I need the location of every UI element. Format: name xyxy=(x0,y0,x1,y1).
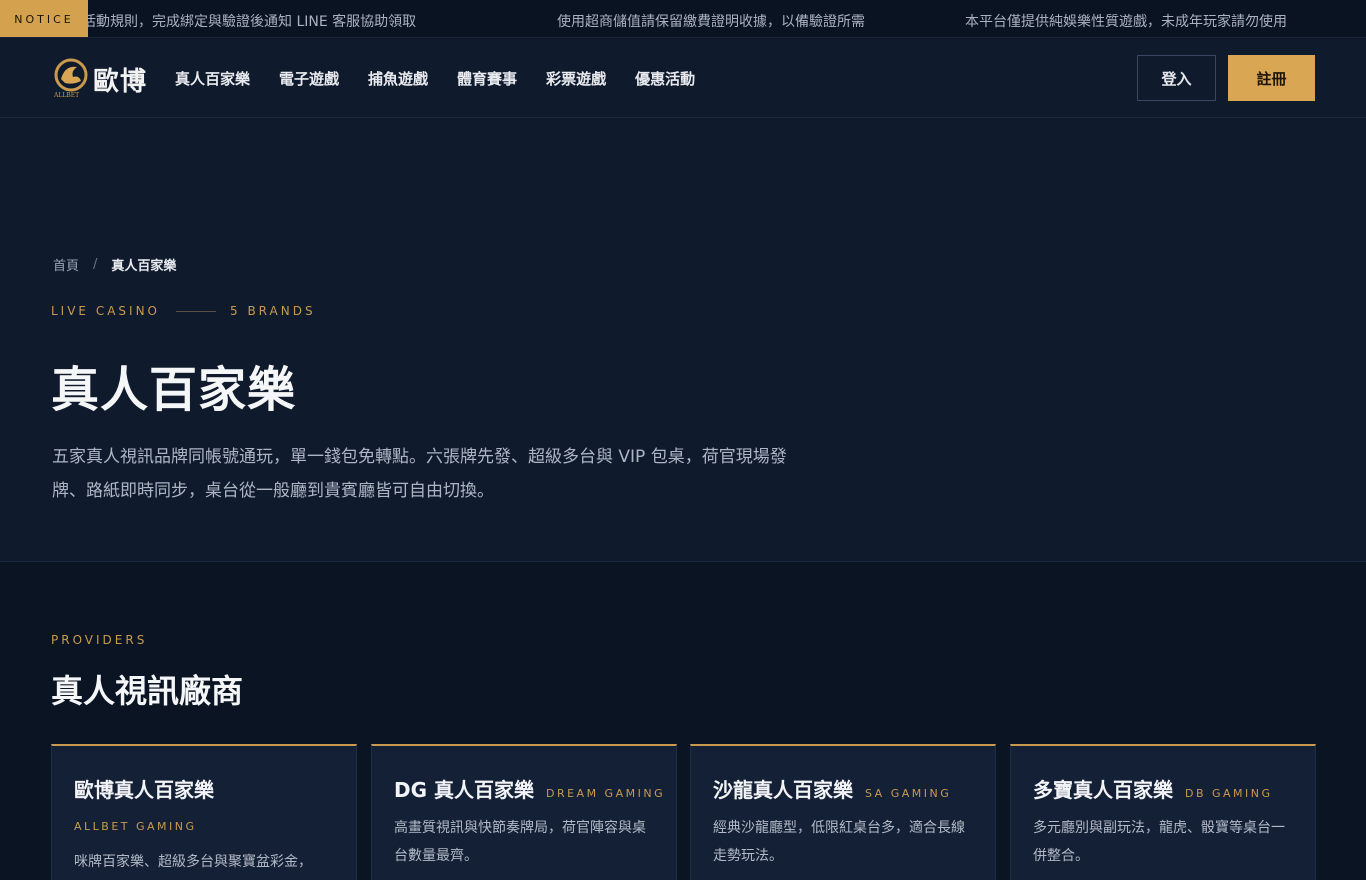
site-logo[interactable]: ALLBET 歐博 xyxy=(51,57,151,99)
card-header: 多寶真人百家樂 DB GAMING xyxy=(1033,774,1273,803)
nav-item-live-casino[interactable]: 真人百家樂 xyxy=(175,68,250,89)
login-button[interactable]: 登入 xyxy=(1137,55,1216,101)
providers-eyebrow: PROVIDERS xyxy=(51,633,148,647)
eyebrow-category: LIVE CASINO xyxy=(51,304,160,318)
card-brand: SA GAMING xyxy=(865,787,952,800)
card-name: 多寶真人百家樂 xyxy=(1033,778,1173,802)
provider-card-sa[interactable]: 沙龍真人百家樂 SA GAMING 經典沙龍廳型，低限紅桌台多，適合長線走勢玩法… xyxy=(690,744,996,880)
card-name: DG 真人百家樂 xyxy=(394,778,534,802)
providers-section: PROVIDERS 真人視訊廠商 歐博真人百家樂 ALLBET GAMING 咪… xyxy=(0,562,1366,880)
eyebrow-brand-count: 5 BRANDS xyxy=(230,304,316,318)
card-description: 咪牌百家樂、超級多台與聚寶盆彩金， xyxy=(74,854,312,870)
nav-item-slots[interactable]: 電子遊戲 xyxy=(279,68,339,89)
card-description: 經典沙龍廳型，低限紅桌台多，適合長線走勢玩法。 xyxy=(713,820,965,864)
card-brand: DREAM GAMING xyxy=(545,787,666,800)
page-title: 真人百家樂 xyxy=(51,362,297,418)
breadcrumb-current: 真人百家樂 xyxy=(111,259,177,274)
card-name: 歐博真人百家樂 xyxy=(74,778,214,802)
hero-section: 首頁 / 真人百家樂 LIVE CASINO 5 BRANDS 真人百家樂 五家… xyxy=(0,118,1366,562)
card-description: 多元廳別與副玩法，龍虎、骰寶等桌台一併整合。 xyxy=(1033,820,1285,864)
nav-item-sports[interactable]: 體育賽事 xyxy=(457,68,517,89)
provider-card-dg[interactable]: DG 真人百家樂 DREAM GAMING 高畫質視訊與快節奏牌局，荷官陣容與桌… xyxy=(371,744,677,880)
card-header: 歐博真人百家樂 xyxy=(74,774,214,803)
hero-description: 五家真人視訊品牌同帳號通玩，單一錢包免轉點。六張牌先發、超級多台與 VIP 包桌… xyxy=(52,447,787,501)
card-header: 沙龍真人百家樂 SA GAMING xyxy=(713,774,951,803)
card-name: 沙龍真人百家樂 xyxy=(713,778,853,802)
breadcrumb: 首頁 / 真人百家樂 xyxy=(53,255,176,274)
notice-tag: NOTICE xyxy=(0,0,88,37)
provider-card-allbet[interactable]: 歐博真人百家樂 ALLBET GAMING 咪牌百家樂、超級多台與聚寶盆彩金， xyxy=(51,744,357,880)
nav-item-lottery[interactable]: 彩票遊戲 xyxy=(546,68,606,89)
nav-item-fishing[interactable]: 捕魚遊戲 xyxy=(368,68,428,89)
hero-eyebrow: LIVE CASINO 5 BRANDS xyxy=(51,304,316,318)
site-header: ALLBET 歐博 真人百家樂 電子遊戲 捕魚遊戲 體育賽事 彩票遊戲 優惠活動… xyxy=(0,39,1366,118)
card-description: 高畫質視訊與快節奏牌局，荷官陣容與桌台數量最齊。 xyxy=(394,820,646,864)
logo-text: 歐博 xyxy=(93,67,148,97)
nav-item-promotions[interactable]: 優惠活動 xyxy=(635,68,695,89)
breadcrumb-separator: / xyxy=(93,257,98,272)
logo-subtext: ALLBET xyxy=(53,92,79,99)
notice-message: 使用超商儲值請保留繳費證明收據，以備驗證所需 xyxy=(557,14,865,30)
register-button[interactable]: 註冊 xyxy=(1228,55,1315,101)
card-brand: ALLBET GAMING xyxy=(74,820,197,833)
breadcrumb-home-link[interactable]: 首頁 xyxy=(53,255,79,274)
dragon-logo-icon: ALLBET xyxy=(53,58,88,99)
notice-message: 先詳閱活動規則，完成綁定與驗證後通知 LINE 客服協助領取 xyxy=(40,14,417,30)
notice-bar: NOTICE 先詳閱活動規則，完成綁定與驗證後通知 LINE 客服協助領取 使用… xyxy=(0,0,1366,38)
card-brand: DB GAMING xyxy=(1185,787,1273,800)
notice-message: 本平台僅提供純娛樂性質遊戲，未成年玩家請勿使用 xyxy=(965,14,1287,30)
providers-title: 真人視訊廠商 xyxy=(51,672,244,710)
eyebrow-divider xyxy=(176,310,216,312)
card-header: DG 真人百家樂 DREAM GAMING xyxy=(394,774,665,803)
provider-card-db[interactable]: 多寶真人百家樂 DB GAMING 多元廳別與副玩法，龍虎、骰寶等桌台一併整合。 xyxy=(1010,744,1316,880)
main-nav: 真人百家樂 電子遊戲 捕魚遊戲 體育賽事 彩票遊戲 優惠活動 xyxy=(175,39,724,118)
